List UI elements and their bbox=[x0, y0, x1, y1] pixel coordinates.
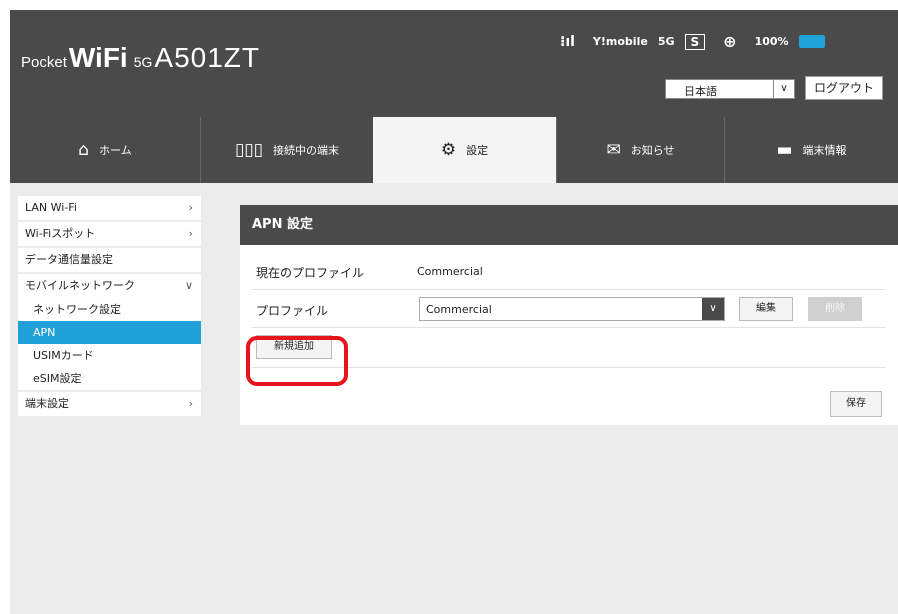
brand-wifi: WiFi bbox=[68, 42, 128, 73]
brand-pocket: Pocket bbox=[21, 54, 67, 71]
tab-connected-devices[interactable]: ▯▯▯ 接続中の端末 bbox=[200, 117, 373, 183]
delete-button[interactable]: 削除 bbox=[808, 297, 862, 321]
brand-logo: Pocket WiFi 5G A501ZT bbox=[21, 42, 260, 74]
sidebar: LAN Wi-Fi › Wi-Fiスポット › データ通信量設定 モバイルネット… bbox=[18, 196, 201, 418]
chevron-down-icon: ∨ bbox=[184, 279, 193, 292]
gear-icon: ⚙ bbox=[440, 140, 457, 160]
profile-select[interactable]: Commercial ∨ bbox=[419, 297, 725, 321]
sim-badge: S bbox=[684, 33, 706, 50]
tab-home-label: ホーム bbox=[99, 144, 132, 157]
sidebar-item-label: Wi-Fiスポット bbox=[25, 227, 96, 240]
current-profile-label: 現在のプロファイル bbox=[256, 266, 365, 280]
carrier-name: Y!mobile bbox=[592, 35, 648, 48]
edit-button[interactable]: 編集 bbox=[739, 297, 793, 321]
main-nav: ⌂ ホーム ▯▯▯ 接続中の端末 ⚙ 設定 ✉ お知らせ ▬ 端末情報 bbox=[10, 117, 898, 183]
profile-row: プロファイル Commercial ∨ 編集 削除 bbox=[252, 291, 886, 328]
tab-home[interactable]: ⌂ ホーム bbox=[10, 117, 200, 183]
network-type: 5G bbox=[657, 35, 675, 48]
chevron-right-icon: › bbox=[188, 397, 193, 410]
globe-icon: ⊕ bbox=[723, 32, 737, 51]
sidebar-item-label: LAN Wi-Fi bbox=[25, 201, 77, 214]
sidebar-item-label: モバイルネットワーク bbox=[25, 279, 135, 292]
sidebar-item-label: 端末設定 bbox=[25, 397, 69, 410]
tab-notices-label: お知らせ bbox=[630, 144, 675, 157]
sidebar-item-wifi-spot[interactable]: Wi-Fiスポット › bbox=[18, 222, 201, 246]
sidebar-subitem-apn[interactable]: APN bbox=[18, 321, 201, 344]
brand-model: A501ZT bbox=[154, 42, 260, 73]
signal-icon: ⁝ıl bbox=[560, 33, 575, 50]
language-value: 日本語 bbox=[684, 85, 717, 98]
tab-device-info[interactable]: ▬ 端末情報 bbox=[724, 117, 898, 183]
battery-icon bbox=[798, 35, 825, 48]
sidebar-subitem-network-settings[interactable]: ネットワーク設定 bbox=[18, 298, 201, 321]
sidebar-item-mobile-network[interactable]: モバイルネットワーク ∨ bbox=[18, 274, 201, 298]
brand-5g: 5G bbox=[133, 54, 153, 70]
device-info-icon: ▬ bbox=[776, 140, 793, 160]
home-icon: ⌂ bbox=[78, 140, 90, 160]
sidebar-subitem-esim[interactable]: eSIM設定 bbox=[18, 367, 201, 390]
tab-info-label: 端末情報 bbox=[802, 144, 847, 157]
sidebar-item-device-settings[interactable]: 端末設定 › bbox=[18, 392, 201, 416]
current-profile-row: 現在のプロファイル Commercial bbox=[252, 253, 886, 290]
chevron-down-icon: ∨ bbox=[773, 80, 794, 98]
status-bar: ⁝ıl Y!mobile 5G S ⊕ 100% bbox=[560, 32, 825, 51]
sidebar-item-lan-wifi[interactable]: LAN Wi-Fi › bbox=[18, 196, 201, 220]
chevron-right-icon: › bbox=[188, 201, 193, 214]
app-frame: Pocket WiFi 5G A501ZT ⁝ıl Y!mobile 5G S … bbox=[10, 10, 898, 614]
sidebar-item-label: データ通信量設定 bbox=[25, 253, 113, 266]
panel-title: APN 設定 bbox=[240, 205, 898, 245]
save-button[interactable]: 保存 bbox=[830, 391, 882, 417]
header: Pocket WiFi 5G A501ZT ⁝ıl Y!mobile 5G S … bbox=[10, 10, 898, 117]
apn-settings-panel: APN 設定 現在のプロファイル Commercial プロファイル Comme… bbox=[240, 205, 898, 425]
tab-devices-label: 接続中の端末 bbox=[273, 144, 340, 157]
chevron-right-icon: › bbox=[188, 227, 193, 240]
devices-icon: ▯▯▯ bbox=[234, 140, 264, 160]
profile-label: プロファイル bbox=[256, 304, 329, 318]
sidebar-group-mobile-network: モバイルネットワーク ∨ ネットワーク設定 APN USIMカード eSIM設定 bbox=[18, 274, 201, 390]
sidebar-subitem-usim[interactable]: USIMカード bbox=[18, 344, 201, 367]
logout-button[interactable]: ログアウト bbox=[805, 76, 883, 100]
profile-select-value: Commercial bbox=[426, 303, 492, 316]
tab-notices[interactable]: ✉ お知らせ bbox=[556, 117, 724, 183]
tab-settings[interactable]: ⚙ 設定 bbox=[373, 117, 556, 183]
mail-icon: ✉ bbox=[606, 140, 621, 160]
battery-percent: 100% bbox=[754, 35, 789, 48]
sidebar-item-data-usage[interactable]: データ通信量設定 bbox=[18, 248, 201, 272]
language-select[interactable]: 日本語 ∨ bbox=[665, 79, 795, 99]
highlight-annotation bbox=[246, 336, 348, 386]
chevron-down-icon: ∨ bbox=[702, 298, 724, 320]
tab-settings-label: 設定 bbox=[466, 144, 489, 157]
current-profile-value: Commercial bbox=[417, 265, 483, 278]
